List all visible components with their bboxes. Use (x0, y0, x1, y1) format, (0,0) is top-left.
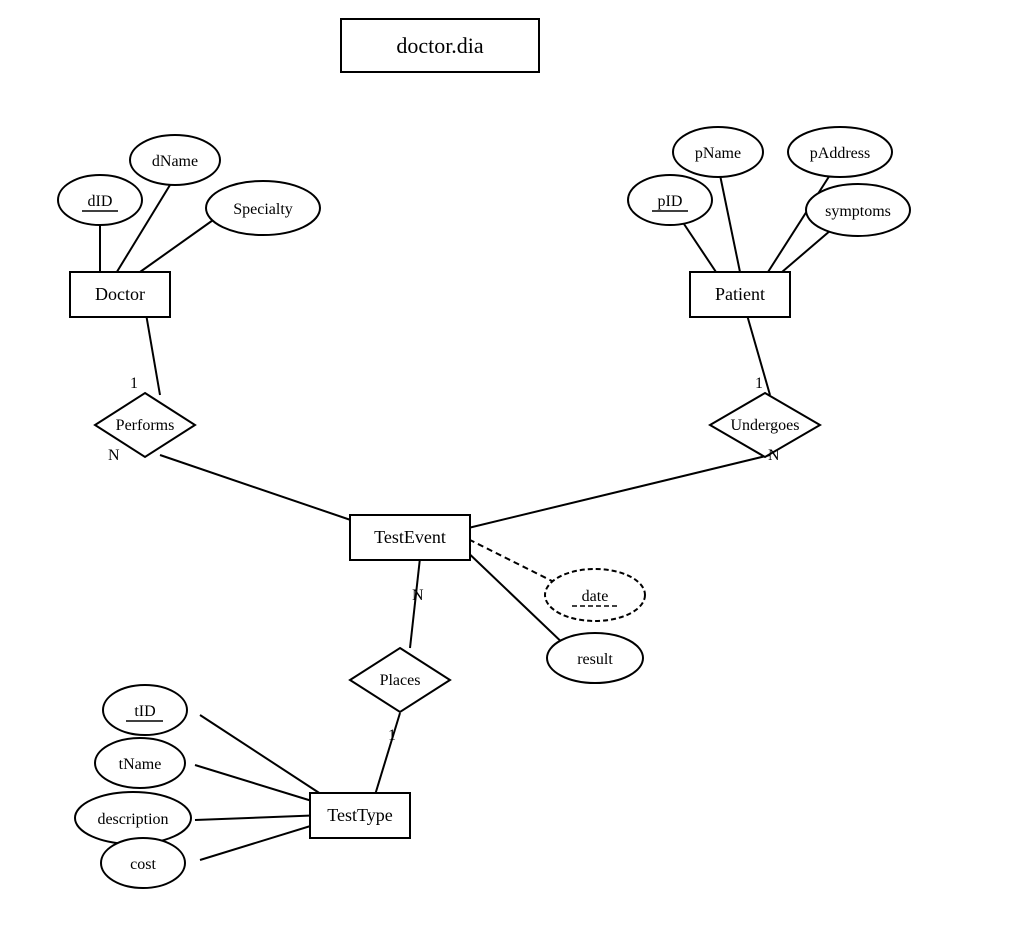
testtype-label: TestType (327, 805, 392, 825)
er-diagram: doctor.dia (0, 0, 1024, 940)
places-card-n: N (412, 587, 424, 604)
doctor-label: Doctor (95, 284, 145, 304)
pid-label: pID (658, 193, 683, 210)
date-label: date (582, 588, 609, 605)
diagram-svg: Doctor Patient TestEvent TestType Perfor… (0, 0, 1024, 940)
performs-card-1: 1 (130, 375, 138, 392)
testevent-label: TestEvent (374, 527, 446, 547)
undergoes-label: Undergoes (730, 417, 799, 434)
tid-label: tID (134, 703, 155, 720)
description-label: description (97, 811, 168, 828)
pname-label: pName (695, 145, 741, 162)
dname-label: dName (152, 153, 198, 170)
performs-card-n: N (108, 447, 120, 464)
cost-label: cost (130, 856, 156, 873)
performs-label: Performs (116, 417, 175, 434)
result-label: result (577, 651, 613, 668)
places-card-1: 1 (388, 727, 396, 744)
symptoms-label: symptoms (825, 203, 891, 220)
specialty-label: Specialty (233, 201, 293, 218)
did-label: dID (88, 193, 113, 210)
places-label: Places (380, 672, 421, 689)
patient-label: Patient (715, 284, 765, 304)
tname-label: tName (119, 756, 162, 773)
undergoes-card-n: N (768, 447, 780, 464)
paddress-label: pAddress (810, 145, 870, 162)
undergoes-card-1: 1 (755, 375, 763, 392)
